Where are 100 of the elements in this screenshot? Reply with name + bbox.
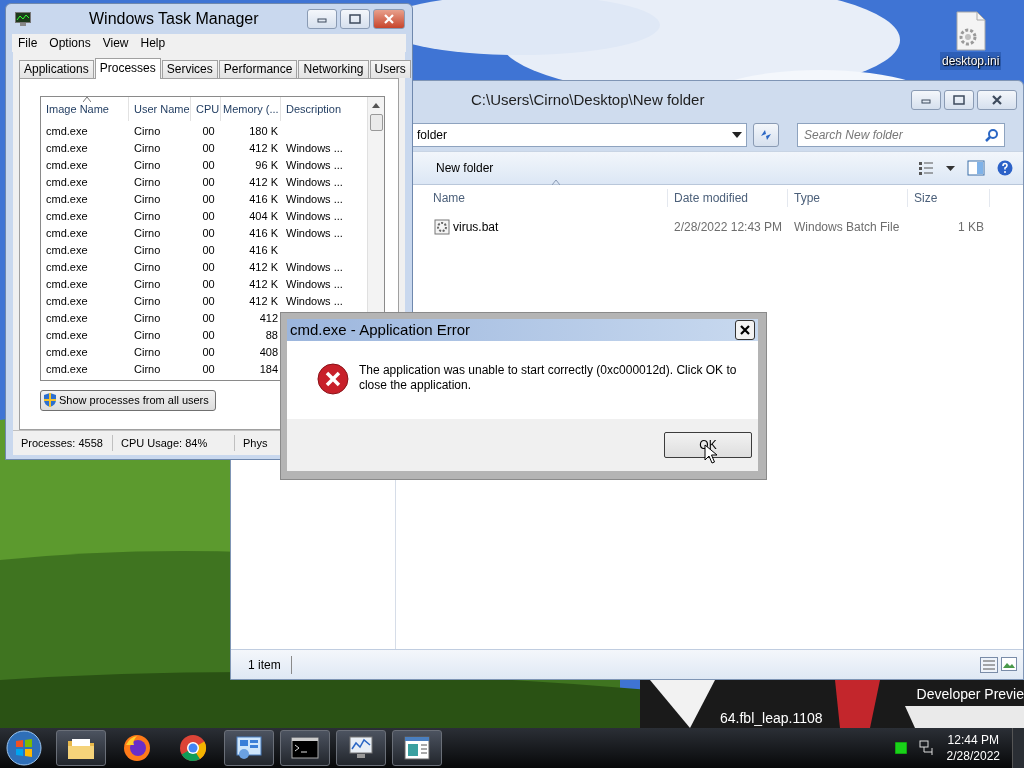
table-cell-text: 00	[201, 328, 216, 344]
file-name[interactable]: virus.bat	[453, 218, 499, 236]
window-title: C:\Users\Cirno\Desktop\New folder	[471, 89, 705, 110]
table-cell-text: 00	[201, 141, 216, 157]
menu-item[interactable]: Help	[134, 34, 172, 52]
error-message: The application was unable to start correctly (0xc000012d). Click OK to close the application.	[358, 363, 738, 394]
table-cell-text: 412 K	[248, 175, 279, 191]
table-cell-text: Cirno	[133, 226, 162, 242]
table-cell-text: 00	[201, 277, 216, 293]
start-button[interactable]	[6, 730, 42, 766]
table-cell-text: cmd.exe	[45, 345, 89, 361]
show-processes-button[interactable]: Show processes from all users	[40, 390, 216, 411]
monitor-icon	[15, 12, 31, 26]
search-icon[interactable]	[985, 128, 999, 142]
caret-icon[interactable]	[946, 165, 955, 171]
help-icon[interactable]	[997, 160, 1013, 176]
view-list-icon[interactable]	[918, 161, 934, 175]
table-cell-text: 00	[201, 226, 216, 242]
minimize-button[interactable]	[911, 90, 941, 110]
tab[interactable]: Applications	[19, 60, 94, 78]
firefox-icon	[122, 733, 152, 763]
table-cell-text: 00	[201, 158, 216, 174]
status-text: CPU Usage: 84%	[113, 434, 235, 452]
close-icon	[989, 93, 1005, 107]
column-header[interactable]: Name	[414, 189, 668, 207]
taskbar-button[interactable]	[56, 730, 106, 766]
thumbnail-view-icon[interactable]	[1001, 656, 1017, 671]
build-watermark-text: 64.fbl_leap.1108	[720, 709, 823, 728]
dropdown-icon[interactable]	[732, 132, 742, 138]
table-cell-text: cmd.exe	[45, 226, 89, 242]
table-cell-text: 416 K	[248, 226, 279, 242]
table-cell-text: cmd.exe	[45, 311, 89, 327]
file-label: desktop.ini	[940, 52, 1002, 70]
maximize-button[interactable]	[944, 90, 974, 110]
table-cell-text: Cirno	[133, 243, 162, 259]
table-cell-text: Windows ...	[285, 260, 344, 276]
window-title: Windows Task Manager	[89, 9, 259, 29]
close-icon	[381, 12, 397, 26]
table-cell-text: Cirno	[133, 141, 162, 157]
table-cell-text: Windows ...	[285, 141, 344, 157]
column-header[interactable]: Type	[788, 189, 908, 207]
maximize-icon	[347, 12, 363, 26]
menu-item[interactable]: File	[12, 34, 44, 52]
table-cell-text: Windows Batch File	[793, 219, 901, 236]
table-cell-text: 00	[201, 362, 216, 378]
clock-time[interactable]: 12:44 PM	[946, 732, 1000, 748]
tab[interactable]: Users	[369, 60, 411, 78]
column-header[interactable]: User Name	[129, 97, 191, 121]
table-cell-text: Windows ...	[285, 175, 344, 191]
status-text: Processes: 4558	[13, 434, 113, 452]
tab[interactable]: Services	[161, 60, 218, 78]
taskbar-button[interactable]	[224, 730, 274, 766]
error-icon	[317, 363, 349, 395]
taskbar-button[interactable]	[392, 730, 442, 766]
column-header[interactable]: Size	[908, 189, 990, 207]
search-field[interactable]: Search New folder	[797, 123, 1005, 147]
close-button[interactable]	[735, 320, 755, 340]
status-icon[interactable]	[894, 742, 907, 754]
table-cell-text: 00	[201, 345, 216, 361]
menu-item[interactable]: Options	[43, 34, 97, 52]
column-header[interactable]: Memory (...	[221, 97, 281, 121]
maximize-button[interactable]	[340, 9, 370, 29]
tab[interactable]: Processes	[94, 58, 161, 79]
toolbar-button[interactable]: New folder	[436, 159, 494, 177]
table-cell-text: 412	[258, 311, 279, 327]
table-cell-text: 412 K	[248, 277, 279, 293]
details-view-icon[interactable]	[980, 656, 998, 673]
scroll-up-icon[interactable]	[372, 103, 381, 108]
shield-icon	[43, 392, 57, 409]
table-cell-text: cmd.exe	[45, 362, 89, 378]
close-button[interactable]	[977, 90, 1017, 110]
column-header[interactable]: Date modified	[668, 189, 788, 207]
column-header[interactable]: CPU	[191, 97, 221, 121]
taskbar-button[interactable]	[336, 730, 386, 766]
minimize-button[interactable]	[307, 9, 337, 29]
tab[interactable]: Performance	[218, 60, 298, 78]
gear-file-icon	[434, 219, 450, 235]
table-cell-text: 00	[201, 260, 216, 276]
table-cell-text: 404 K	[248, 209, 279, 225]
table-cell-text: cmd.exe	[45, 175, 89, 191]
tab[interactable]: Networking	[298, 60, 369, 78]
table-cell-text: Windows ...	[285, 192, 344, 208]
refresh-button[interactable]	[753, 123, 779, 147]
table-cell-text: 88	[264, 328, 279, 344]
status-text: Phys	[242, 435, 269, 451]
table-cell-text: 180 K	[248, 124, 279, 140]
table-cell-text: cmd.exe	[45, 328, 89, 344]
table-cell-text: 00	[201, 243, 216, 259]
maximize-icon	[951, 93, 967, 107]
column-header[interactable]: Image Name	[41, 97, 129, 121]
table-cell-text: cmd.exe	[45, 192, 89, 208]
scroll-thumb[interactable]	[369, 114, 383, 131]
table-cell-text: Windows ...	[285, 158, 344, 174]
menu-item[interactable]: View	[96, 34, 135, 52]
table-cell-text: cmd.exe	[45, 141, 89, 157]
table-cell-text: Cirno	[133, 328, 162, 344]
clock-date[interactable]: 2/28/2022	[946, 748, 1000, 764]
network-icon[interactable]	[918, 740, 935, 756]
table-cell-text: Windows ...	[285, 226, 344, 242]
taskbar-button[interactable]	[280, 730, 330, 766]
